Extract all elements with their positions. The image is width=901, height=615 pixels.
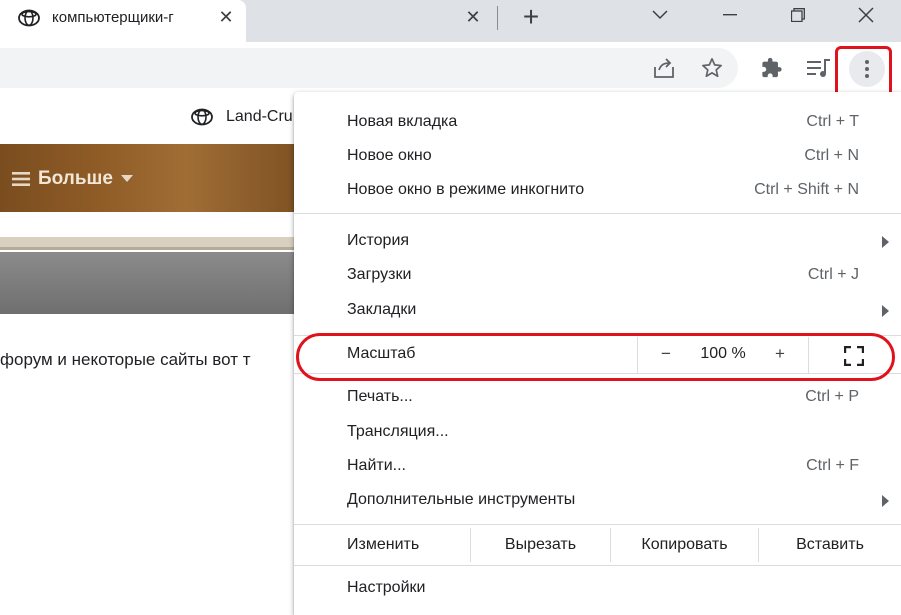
edit-label: Изменить — [347, 536, 420, 553]
active-tab[interactable]: компьютерщики-г ✕ — [0, 0, 246, 42]
tab-search-chevron-icon[interactable] — [640, 0, 680, 30]
media-control-icon[interactable] — [806, 55, 832, 81]
bookmark-land-cruiser[interactable]: Land-Cru — [190, 108, 293, 126]
menu-item-print[interactable]: Печать... Ctrl + P — [294, 380, 901, 414]
zoom-row-highlight — [296, 333, 895, 381]
restore-icon[interactable] — [778, 0, 818, 30]
tab-separator — [497, 6, 498, 30]
menu-item-label: Дополнительные инструменты — [347, 491, 576, 508]
toyota-logo-icon — [18, 9, 40, 27]
close-window-icon[interactable] — [846, 0, 886, 30]
menu-separator — [294, 213, 901, 214]
minimize-icon[interactable] — [710, 0, 750, 30]
menu-item-shortcut: Ctrl + F — [806, 457, 859, 474]
menu-item-more-tools[interactable]: Дополнительные инструменты — [294, 483, 901, 517]
tab2-close-icon[interactable]: ✕ — [463, 7, 483, 27]
new-tab-button[interactable]: + — [517, 3, 545, 31]
address-bar[interactable] — [0, 48, 738, 88]
paste-button[interactable]: Вставить — [758, 528, 901, 562]
menu-item-shortcut: Ctrl + J — [807, 266, 859, 283]
copy-button[interactable]: Копировать — [610, 528, 758, 562]
caret-down-icon — [120, 175, 133, 182]
menu-item-label: История — [347, 232, 410, 249]
menu-item-new-incognito-window[interactable]: Новое окно в режиме инкогнито Ctrl + Shi… — [294, 173, 901, 207]
edit-row: Изменить Вырезать Копировать Вставить — [294, 528, 901, 562]
cut-button[interactable]: Вырезать — [470, 528, 610, 562]
menu-item-shortcut: Ctrl + P — [805, 388, 859, 405]
menu-item-label: Новое окно — [347, 147, 432, 164]
bookmark-label: Land-Cru — [226, 108, 293, 125]
menu-item-downloads[interactable]: Загрузки Ctrl + J — [294, 258, 901, 292]
menu-item-settings[interactable]: Настройки — [294, 571, 901, 605]
submenu-arrow-icon — [882, 236, 889, 248]
page-body-text: форум и некоторые сайты вот т — [0, 350, 251, 369]
menu-item-label: Настройки — [347, 579, 426, 596]
tab-strip: компьютерщики-г ✕ ✕ + — [0, 0, 901, 42]
more-menu-link[interactable]: Больше — [12, 168, 133, 190]
extensions-icon[interactable] — [759, 55, 785, 81]
more-label: Больше — [38, 168, 113, 189]
tab-title: компьютерщики-г — [52, 9, 174, 26]
menu-item-label: Трансляция... — [347, 423, 449, 440]
gray-header-bar — [0, 252, 310, 314]
submenu-arrow-icon — [882, 305, 889, 317]
toyota-logo-icon — [191, 108, 213, 126]
menu-item-new-tab[interactable]: Новая вкладка Ctrl + T — [294, 105, 901, 139]
menu-item-label: Новое окно в режиме инкогнито — [347, 181, 585, 198]
decorative-band — [0, 237, 310, 247]
decorative-band-line — [0, 247, 310, 250]
menu-item-label: Найти... — [347, 457, 406, 474]
submenu-arrow-icon — [882, 495, 889, 507]
menu-item-cast[interactable]: Трансляция... — [294, 415, 901, 449]
site-navigation-bar: Больше — [0, 144, 310, 212]
menu-item-label: Загрузки — [347, 266, 412, 283]
share-icon[interactable] — [651, 55, 677, 81]
tab-close-icon[interactable]: ✕ — [216, 7, 236, 27]
menu-item-label: Закладки — [347, 301, 417, 318]
menu-item-new-window[interactable]: Новое окно Ctrl + N — [294, 139, 901, 173]
menu-separator — [294, 565, 901, 566]
menu-separator — [294, 524, 901, 525]
menu-item-shortcut: Ctrl + Shift + N — [754, 181, 859, 198]
menu-item-label: Печать... — [347, 388, 413, 405]
menu-item-find[interactable]: Найти... Ctrl + F — [294, 449, 901, 483]
menu-item-label: Новая вкладка — [347, 113, 458, 130]
toolbar — [0, 42, 901, 99]
menu-item-shortcut: Ctrl + T — [806, 113, 859, 130]
bookmark-star-icon[interactable] — [699, 55, 725, 81]
menu-item-bookmarks[interactable]: Закладки — [294, 293, 901, 327]
menu-item-shortcut: Ctrl + N — [804, 147, 859, 164]
hamburger-icon — [12, 172, 30, 186]
menu-item-history[interactable]: История — [294, 224, 901, 258]
